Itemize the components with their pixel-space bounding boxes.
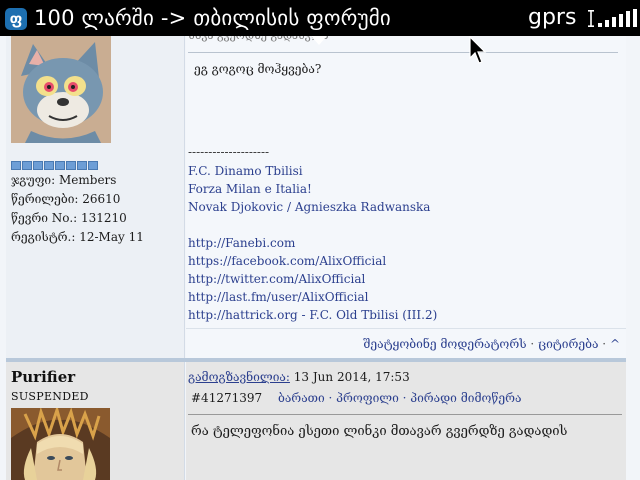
posted-label[interactable]: გამოგზავნილია: — [188, 370, 290, 384]
signature-line: Forza Milan e Italia! — [188, 182, 312, 196]
avatar-elf-portrait — [11, 408, 110, 480]
back-to-top-link[interactable]: ^ — [610, 337, 620, 351]
app-icon[interactable]: ფ — [5, 8, 27, 30]
posted-date: 13 Jun 2014, 17:53 — [293, 370, 410, 384]
avatar-cat-cartoon — [11, 36, 111, 143]
forum-post: ჯგუფი: Members წერილები: 26610 წევრი No.… — [6, 0, 626, 358]
footer-divider — [186, 328, 626, 329]
post-content: გამოგზავნილია: 13 Jun 2014, 17:53 #41271… — [186, 362, 626, 480]
post-id-line: #41271397 ბარათი · პროფილი · პირადი მიმო… — [191, 391, 521, 405]
separator: · — [602, 337, 607, 351]
status-bar: ფ 100 ლარში -> თბილისის ფორუმი gprs — [0, 0, 640, 45]
signature-divider: -------------------- — [188, 145, 270, 159]
post-id[interactable]: #41271397 — [191, 391, 262, 405]
author-action-links[interactable]: ბარათი · პროფილი · პირადი მიმოწერა — [278, 391, 522, 405]
rank-pips — [11, 161, 98, 171]
signature-link-hattrick[interactable]: http://hattrick.org - F.C. Old Tbilisi (… — [188, 308, 437, 322]
signature-line: Novak Djokovic / Agnieszka Radwanska — [188, 200, 431, 214]
signature-link-lastfm[interactable]: http://last.fm/user/AlixOfficial — [188, 290, 368, 304]
author-status: SUSPENDED — [11, 390, 89, 403]
separator: · — [530, 337, 535, 351]
report-moderator-link[interactable]: შეატყობინე მოდერატორს — [363, 337, 526, 351]
header-divider — [188, 414, 622, 415]
quote-link[interactable]: ციტირება — [538, 337, 598, 351]
post-content: სხვა გვერდზე გადასვლა ეგ გოგოც მოჰყვება?… — [186, 0, 626, 358]
signature-link-facebook[interactable]: https://facebook.com/AlixOfficial — [188, 254, 386, 268]
network-type: gprs — [528, 5, 577, 30]
signature-line: F.C. Dinamo Tbilisi — [188, 164, 303, 178]
signal-strength-icon — [588, 9, 637, 27]
member-group: ჯგუფი: Members — [11, 173, 117, 187]
registration-date: რეგისტრ.: 12-May 11 — [11, 230, 144, 244]
post-author-panel: Purifier SUSPENDED — [6, 362, 185, 480]
post-date-line: გამოგზავნილია: 13 Jun 2014, 17:53 — [188, 370, 410, 384]
avatar — [11, 36, 111, 143]
window-title: 100 ლარში -> თბილისის ფორუმი — [34, 6, 391, 30]
post-count: წერილები: 26610 — [11, 192, 121, 206]
menu-dropdown-icon[interactable] — [311, 36, 327, 45]
post-message: რა ტელეფონია ესეთი ლინკი მთავარ გვერდზე … — [191, 424, 568, 439]
mouse-cursor-icon — [469, 36, 487, 64]
post-footer-actions: შეატყობინე მოდერატორს · ციტირება · ^ — [363, 337, 620, 351]
signature-link-twitter[interactable]: http://twitter.com/AlixOfficial — [188, 272, 365, 286]
post-author-panel: ჯგუფი: Members წერილები: 26610 წევრი No.… — [6, 0, 185, 358]
author-username[interactable]: Purifier — [11, 368, 75, 386]
header-divider — [188, 52, 618, 53]
member-number: წევრი No.: 131210 — [11, 211, 127, 225]
avatar — [11, 408, 110, 480]
signature-link-fanebi[interactable]: http://Fanebi.com — [188, 236, 295, 250]
post-message: ეგ გოგოც მოჰყვება? — [194, 62, 322, 76]
forum-post: Purifier SUSPENDED გამოგზავნილია: 13 Jun… — [6, 362, 626, 480]
